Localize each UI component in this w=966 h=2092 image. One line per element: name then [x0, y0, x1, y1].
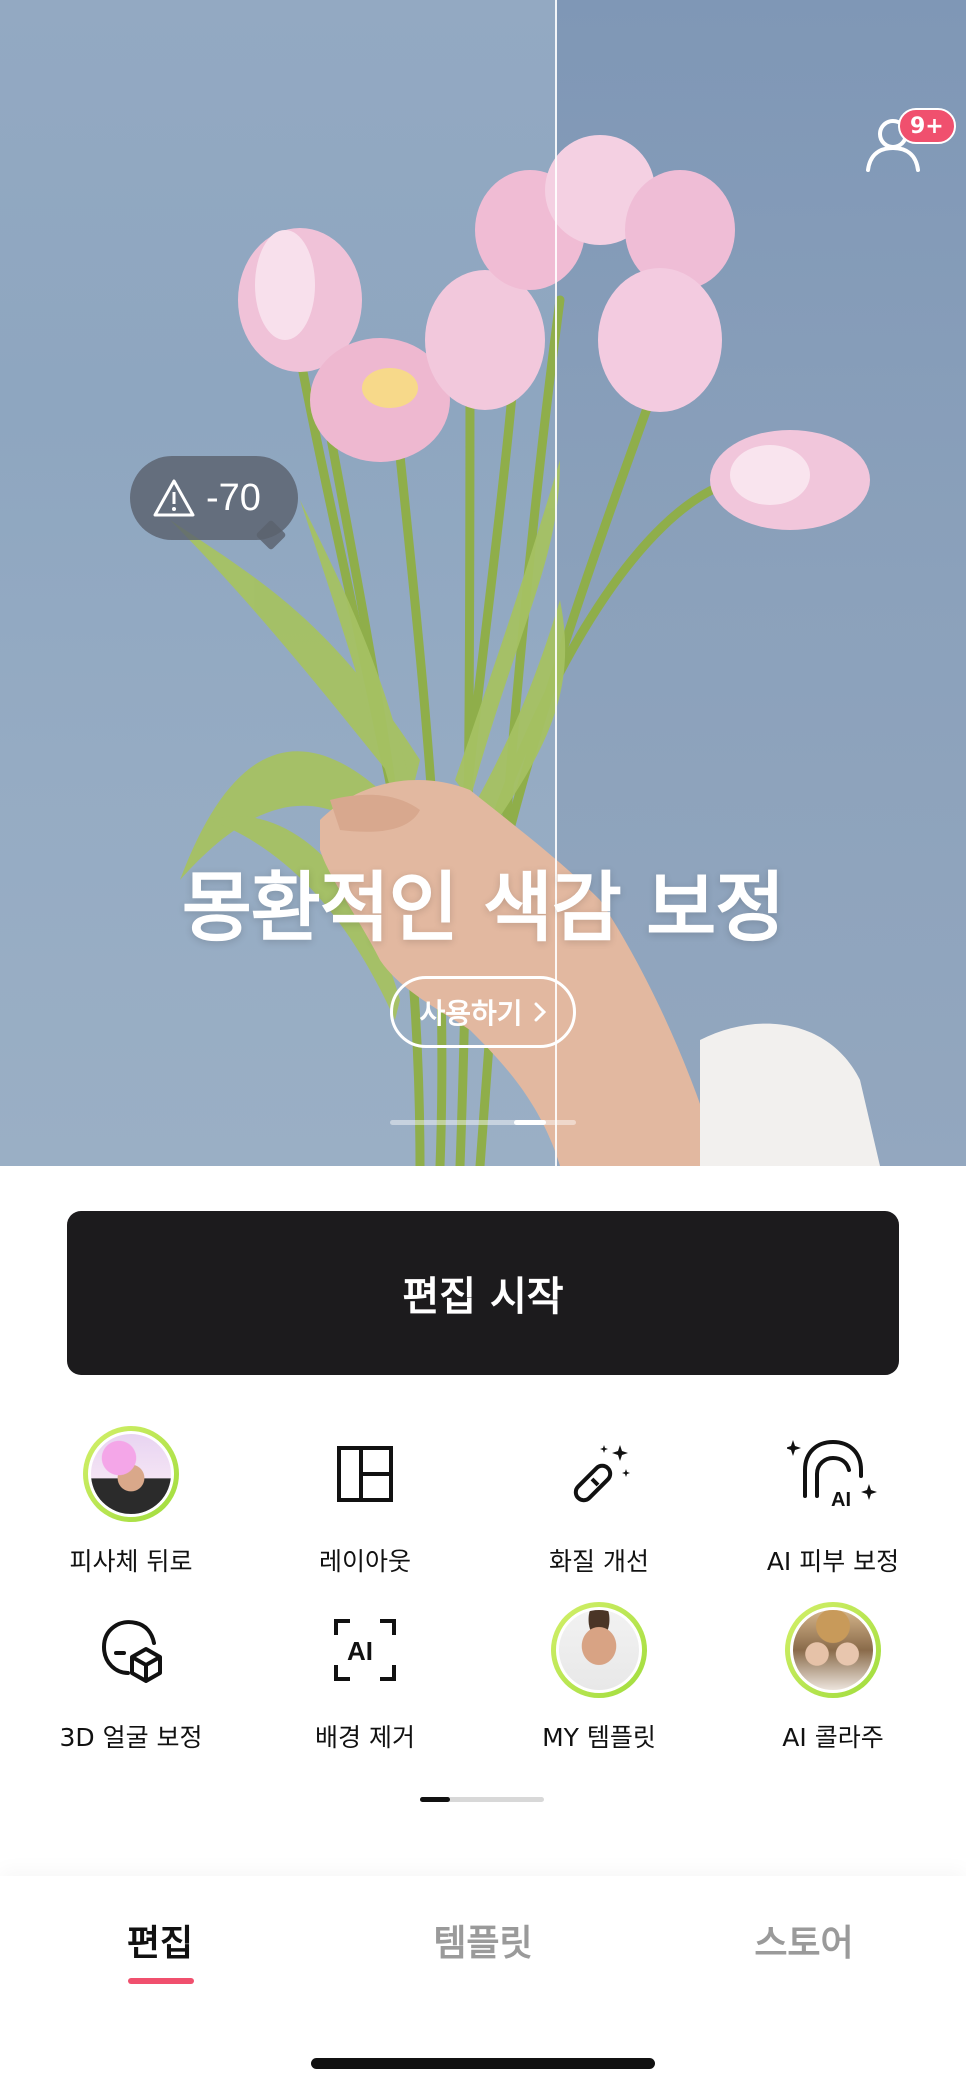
- warning-icon: [153, 479, 195, 517]
- tab-template[interactable]: 템플릿: [383, 1914, 583, 1966]
- hero-title: 몽환적인 색감 보정: [181, 863, 785, 952]
- active-tab-indicator: [128, 1978, 194, 1984]
- ai-skin-icon: AI: [787, 1439, 877, 1511]
- magic-wand-icon: [573, 1445, 630, 1503]
- tool-label: 3D 얼굴 보정: [59, 1723, 203, 1752]
- svg-text:AI: AI: [831, 1489, 851, 1511]
- bottom-navigation: 편집 템플릿 스토어: [0, 1876, 966, 2092]
- adjustment-value-bubble: -70: [130, 456, 298, 540]
- chevron-right-icon: [534, 1002, 546, 1022]
- my-template-avatar: [551, 1602, 647, 1698]
- tool-ai-skin[interactable]: AI AI 피부 보정: [716, 1424, 950, 1578]
- tool-subject-back[interactable]: 피사체 뒤로: [14, 1424, 248, 1578]
- adjustment-value: -70: [206, 476, 261, 519]
- start-edit-button[interactable]: 편집 시작: [67, 1211, 899, 1375]
- tool-3d-face[interactable]: 3D 얼굴 보정: [14, 1600, 248, 1754]
- tool-enhance[interactable]: 화질 개선: [482, 1424, 716, 1578]
- tool-bg-remove[interactable]: AI 배경 제거: [248, 1600, 482, 1754]
- ai-collage-avatar: [785, 1602, 881, 1698]
- use-button-label: 사용하기: [419, 997, 523, 1030]
- carousel-indicator: [390, 1120, 576, 1125]
- tool-label: MY 템플릿: [542, 1723, 656, 1752]
- layout-icon: [337, 1446, 393, 1502]
- tool-ai-collage[interactable]: AI 콜라주: [716, 1600, 950, 1754]
- tool-layout[interactable]: 레이아웃: [248, 1424, 482, 1578]
- tool-label: AI 피부 보정: [766, 1547, 900, 1576]
- tool-label: 피사체 뒤로: [69, 1547, 193, 1576]
- tool-label: 화질 개선: [549, 1547, 649, 1576]
- tool-page-indicator: [420, 1797, 544, 1802]
- tool-my-template[interactable]: MY 템플릿: [482, 1600, 716, 1754]
- subject-back-avatar: [83, 1426, 179, 1522]
- tool-label: AI 콜라주: [782, 1723, 884, 1752]
- ai-bg-remove-icon: AI: [334, 1619, 396, 1681]
- hero-banner[interactable]: 9+ -70 몽환적인 색감 보정 사용하기: [0, 0, 966, 1166]
- 3d-face-icon: [101, 1620, 162, 1683]
- tab-store[interactable]: 스토어: [704, 1914, 904, 1966]
- tab-edit[interactable]: 편집: [60, 1914, 260, 1966]
- use-button[interactable]: 사용하기: [390, 976, 576, 1048]
- tool-page-indicator-active: [420, 1797, 450, 1802]
- carousel-indicator-active: [514, 1120, 546, 1125]
- tool-label: 레이아웃: [318, 1547, 411, 1576]
- tool-label: 배경 제거: [315, 1723, 415, 1752]
- notification-badge: 9+: [898, 108, 956, 144]
- home-indicator: [311, 2058, 655, 2069]
- svg-text:AI: AI: [347, 1636, 373, 1666]
